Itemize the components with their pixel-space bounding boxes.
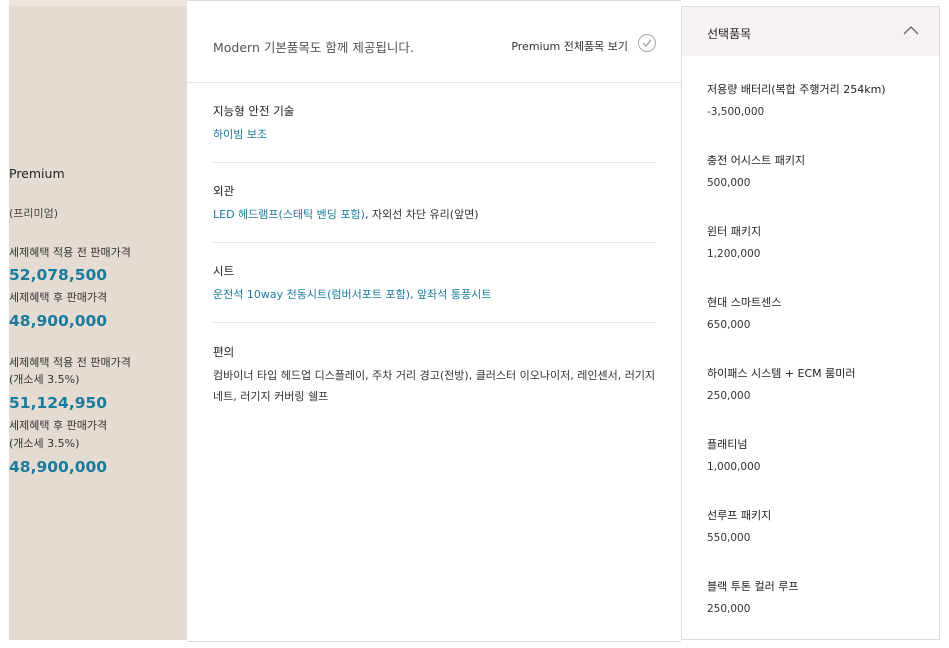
- divider: [213, 162, 656, 163]
- section-title: 편의: [213, 345, 235, 359]
- option-item[interactable]: 충전 어시스트 패키지 500,000: [707, 152, 927, 189]
- section-body: 컴바이너 타입 헤드업 디스플레이, 주차 거리 경고(전방), 클러스터 이오…: [213, 365, 656, 407]
- option-name: 저용량 배터리(복합 주행거리 254km): [707, 83, 886, 96]
- divider: [213, 242, 656, 243]
- selected-options-panel: 선택품목 저용량 배터리(복합 주행거리 254km) -3,500,000 충…: [681, 6, 940, 640]
- section-title: 지능형 안전 기술: [213, 104, 295, 118]
- check-circle-icon[interactable]: [638, 34, 656, 52]
- option-price: 250,000: [707, 603, 751, 615]
- option-name: 블랙 투톤 컬러 루프: [707, 580, 799, 593]
- section-title: 외관: [213, 184, 235, 198]
- price-note: (개소세 3.5%): [9, 437, 80, 450]
- option-price: 250,000: [707, 390, 751, 402]
- feature-section-seat: 시트 운전석 10way 전동시트(럼버서포트 포함), 앞좌석 통풍시트: [213, 263, 656, 323]
- price-value: 48,900,000: [9, 458, 108, 476]
- option-item[interactable]: 블랙 투톤 컬러 루프 250,000: [707, 578, 927, 615]
- base-items-note: Modern 기본품목도 함께 제공됩니다.: [213, 40, 414, 55]
- features-panel: Modern 기본품목도 함께 제공됩니다. Premium 전체품목 보기 지…: [187, 0, 681, 642]
- chevron-up-icon[interactable]: [903, 25, 919, 35]
- option-item[interactable]: 플래티넘 1,000,000: [707, 436, 927, 473]
- option-name: 플래티넘: [707, 438, 748, 451]
- option-price: 650,000: [707, 319, 751, 331]
- price-value: 48,900,000: [9, 312, 108, 330]
- option-price: 550,000: [707, 532, 751, 544]
- trim-summary-panel: Premium (프리미엄) 세제혜택 적용 전 판매가격 52,078,500…: [9, 0, 187, 640]
- feature-highlight[interactable]: LED 헤드램프(스태틱 벤딩 포함): [213, 208, 365, 221]
- section-body: 하이빔 보조: [213, 124, 656, 145]
- divider: [213, 322, 656, 323]
- option-name: 충전 어시스트 패키지: [707, 154, 806, 167]
- trim-name: Premium: [9, 166, 65, 181]
- price-label: 세제혜택 적용 전 판매가격: [9, 246, 131, 259]
- option-price: -3,500,000: [707, 106, 765, 118]
- option-name: 현대 스마트센스: [707, 296, 782, 309]
- option-name: 하이패스 시스템 + ECM 룸미러: [707, 367, 856, 380]
- feature-text: , 자외선 차단 유리(앞면): [364, 208, 479, 221]
- option-name: 윈터 패키지: [707, 225, 762, 238]
- price-value: 51,124,950: [9, 394, 108, 412]
- trim-subtitle: (프리미엄): [9, 207, 59, 220]
- view-all-items-link[interactable]: Premium 전체품목 보기: [511, 38, 628, 54]
- price-label: 세제혜택 후 판매가격: [9, 291, 108, 304]
- price-label: 세제혜택 후 판매가격: [9, 419, 108, 432]
- option-price: 500,000: [707, 177, 751, 189]
- price-value: 52,078,500: [9, 266, 108, 284]
- option-price: 1,200,000: [707, 248, 761, 260]
- section-body: 운전석 10way 전동시트(럼버서포트 포함), 앞좌석 통풍시트: [213, 284, 656, 305]
- panel-trim: [9, 0, 187, 6]
- price-label: 세제혜택 적용 전 판매가격: [9, 356, 131, 369]
- option-price: 1,000,000: [707, 461, 761, 473]
- section-body: LED 헤드램프(스태틱 벤딩 포함), 자외선 차단 유리(앞면): [213, 204, 656, 225]
- option-item[interactable]: 저용량 배터리(복합 주행거리 254km) -3,500,000: [707, 81, 927, 118]
- option-item[interactable]: 현대 스마트센스 650,000: [707, 294, 927, 331]
- options-title: 선택품목: [707, 27, 752, 41]
- option-item[interactable]: 하이패스 시스템 + ECM 룸미러 250,000: [707, 365, 927, 402]
- feature-section-exterior: 외관 LED 헤드램프(스태틱 벤딩 포함), 자외선 차단 유리(앞면): [213, 183, 656, 243]
- options-header[interactable]: 선택품목: [682, 7, 939, 56]
- section-title: 시트: [213, 264, 235, 278]
- option-name: 선루프 패키지: [707, 509, 772, 522]
- feature-highlight[interactable]: 운전석 10way 전동시트(럼버서포트 포함), 앞좌석 통풍시트: [213, 288, 491, 301]
- feature-section-convenience: 편의 컴바이너 타입 헤드업 디스플레이, 주차 거리 경고(전방), 클러스터…: [213, 344, 656, 407]
- price-note: (개소세 3.5%): [9, 373, 80, 386]
- feature-text: 컴바이너 타입 헤드업 디스플레이, 주차 거리 경고(전방), 클러스터 이오…: [213, 369, 656, 403]
- features-header: Modern 기본품목도 함께 제공됩니다. Premium 전체품목 보기: [187, 7, 681, 83]
- option-item[interactable]: 선루프 패키지 550,000: [707, 507, 927, 544]
- option-item[interactable]: 윈터 패키지 1,200,000: [707, 223, 927, 260]
- feature-highlight[interactable]: 하이빔 보조: [213, 128, 267, 141]
- feature-section-safety: 지능형 안전 기술 하이빔 보조: [213, 103, 656, 163]
